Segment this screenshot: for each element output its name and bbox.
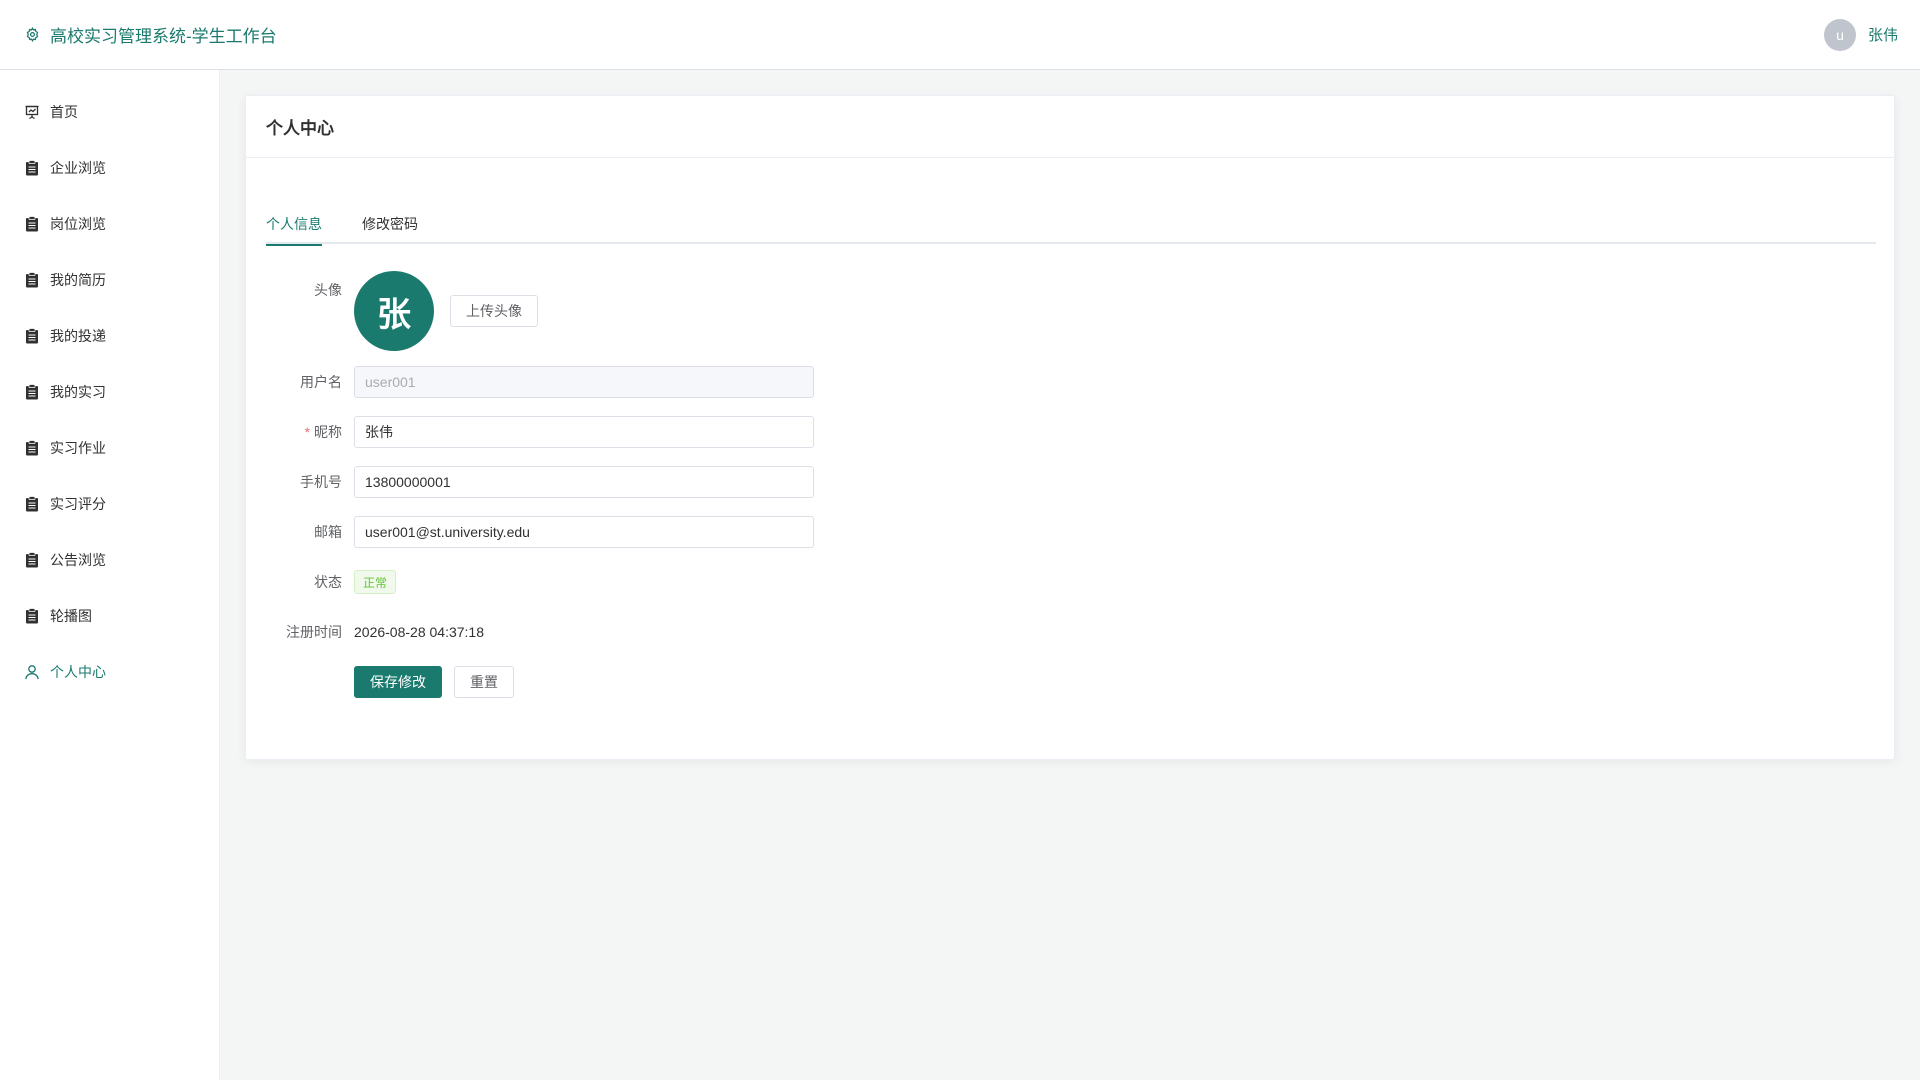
sidebar-item-applications[interactable]: 我的投递 [0, 308, 219, 364]
clipboard-icon [24, 440, 40, 456]
sidebar-item-positions[interactable]: 岗位浏览 [0, 196, 219, 252]
sidebar-item-internship[interactable]: 我的实习 [0, 364, 219, 420]
phone-input[interactable]: 13800000001 [354, 466, 814, 498]
username-input[interactable]: user001 [354, 366, 814, 398]
app-title: 高校实习管理系统-学生工作台 [50, 27, 277, 46]
email-label: 邮箱 [314, 524, 342, 540]
sidebar-item-carousel[interactable]: 轮播图 [0, 588, 219, 644]
action-row: 保存修改 重置 [246, 666, 1146, 698]
avatar-label: 头像 [314, 282, 342, 298]
sidebar-item-label: 我的投递 [50, 328, 106, 344]
sidebar-item-label: 我的实习 [50, 384, 106, 400]
phone-row: 手机号 13800000001 [246, 466, 1146, 498]
sidebar-item-companies[interactable]: 企业浏览 [0, 140, 219, 196]
sidebar-item-resume[interactable]: 我的简历 [0, 252, 219, 308]
profile-card: 个人中心 个人信息 修改密码 头像 张 上传头像 用户名 user001 * 昵称… [245, 95, 1895, 760]
sidebar-item-label: 我的简历 [50, 272, 106, 288]
sidebar-item-announcements[interactable]: 公告浏览 [0, 532, 219, 588]
nickname-label: * 昵称 [246, 422, 354, 442]
register-time-row: 注册时间 2026-08-28 04:37:18 [246, 616, 1146, 648]
sidebar-item-assignments[interactable]: 实习作业 [0, 420, 219, 476]
clipboard-icon [24, 384, 40, 400]
status-label: 状态 [314, 574, 342, 590]
clipboard-icon [24, 608, 40, 624]
sidebar-item-profile[interactable]: 个人中心 [0, 644, 219, 700]
card-header: 个人中心 [246, 96, 1894, 158]
upload-avatar-button[interactable]: 上传头像 [450, 295, 538, 327]
email-input[interactable]: user001@st.university.edu [354, 516, 814, 548]
nickname-row: * 昵称 张伟 [246, 416, 1146, 448]
register-time-label: 注册时间 [286, 624, 342, 640]
nickname-input[interactable]: 张伟 [354, 416, 814, 448]
sidebar-item-label: 实习评分 [50, 496, 106, 512]
nickname-label-text: 昵称 [314, 424, 342, 440]
register-time-value: 2026-08-28 04:37:18 [354, 624, 484, 640]
sidebar-item-label: 实习作业 [50, 440, 106, 456]
clipboard-icon [24, 216, 40, 232]
tab-bar: 个人信息 修改密码 [266, 210, 1876, 246]
user-icon [24, 664, 40, 680]
sidebar-item-label: 公告浏览 [50, 552, 106, 568]
username-row: 用户名 user001 [246, 366, 1146, 398]
page-title: 个人中心 [266, 119, 334, 138]
sidebar-item-label: 首页 [50, 104, 78, 120]
clipboard-icon [24, 552, 40, 568]
username-label: 用户名 [300, 374, 342, 390]
status-row: 状态 正常 [246, 566, 1146, 598]
clipboard-icon [24, 328, 40, 344]
save-button[interactable]: 保存修改 [354, 666, 442, 698]
sidebar-item-label: 个人中心 [50, 664, 106, 680]
clipboard-icon [24, 496, 40, 512]
clipboard-icon [24, 272, 40, 288]
sidebar-item-label: 企业浏览 [50, 160, 106, 176]
reset-button[interactable]: 重置 [454, 666, 514, 698]
phone-label: 手机号 [300, 474, 342, 490]
status-badge: 正常 [354, 570, 397, 594]
tab-change-password[interactable]: 修改密码 [362, 210, 418, 244]
required-mark: * [304, 424, 310, 440]
presentation-icon [24, 104, 40, 120]
email-row: 邮箱 user001@st.university.edu [246, 516, 1146, 548]
top-header: 高校实习管理系统-学生工作台 u 张伟 [0, 0, 1920, 70]
gear-icon [24, 27, 40, 43]
user-menu[interactable]: u 张伟 [1823, 18, 1898, 51]
profile-avatar: 张 [354, 271, 434, 351]
sidebar-item-label: 轮播图 [50, 608, 92, 624]
avatar-row: 头像 张 上传头像 [246, 271, 1146, 353]
avatar[interactable]: u [1823, 18, 1856, 51]
user-name[interactable]: 张伟 [1868, 24, 1898, 45]
clipboard-icon [24, 160, 40, 176]
tab-personal-info[interactable]: 个人信息 [266, 210, 322, 246]
sidebar-item-label: 岗位浏览 [50, 216, 106, 232]
sidebar: 首页 企业浏览 岗位浏览 我的简历 我的投递 我的实习 实习作业 实习评分 公告… [0, 70, 220, 1080]
sidebar-item-evaluation[interactable]: 实习评分 [0, 476, 219, 532]
sidebar-item-home[interactable]: 首页 [0, 84, 219, 140]
brand[interactable]: 高校实习管理系统-学生工作台 [24, 22, 277, 47]
